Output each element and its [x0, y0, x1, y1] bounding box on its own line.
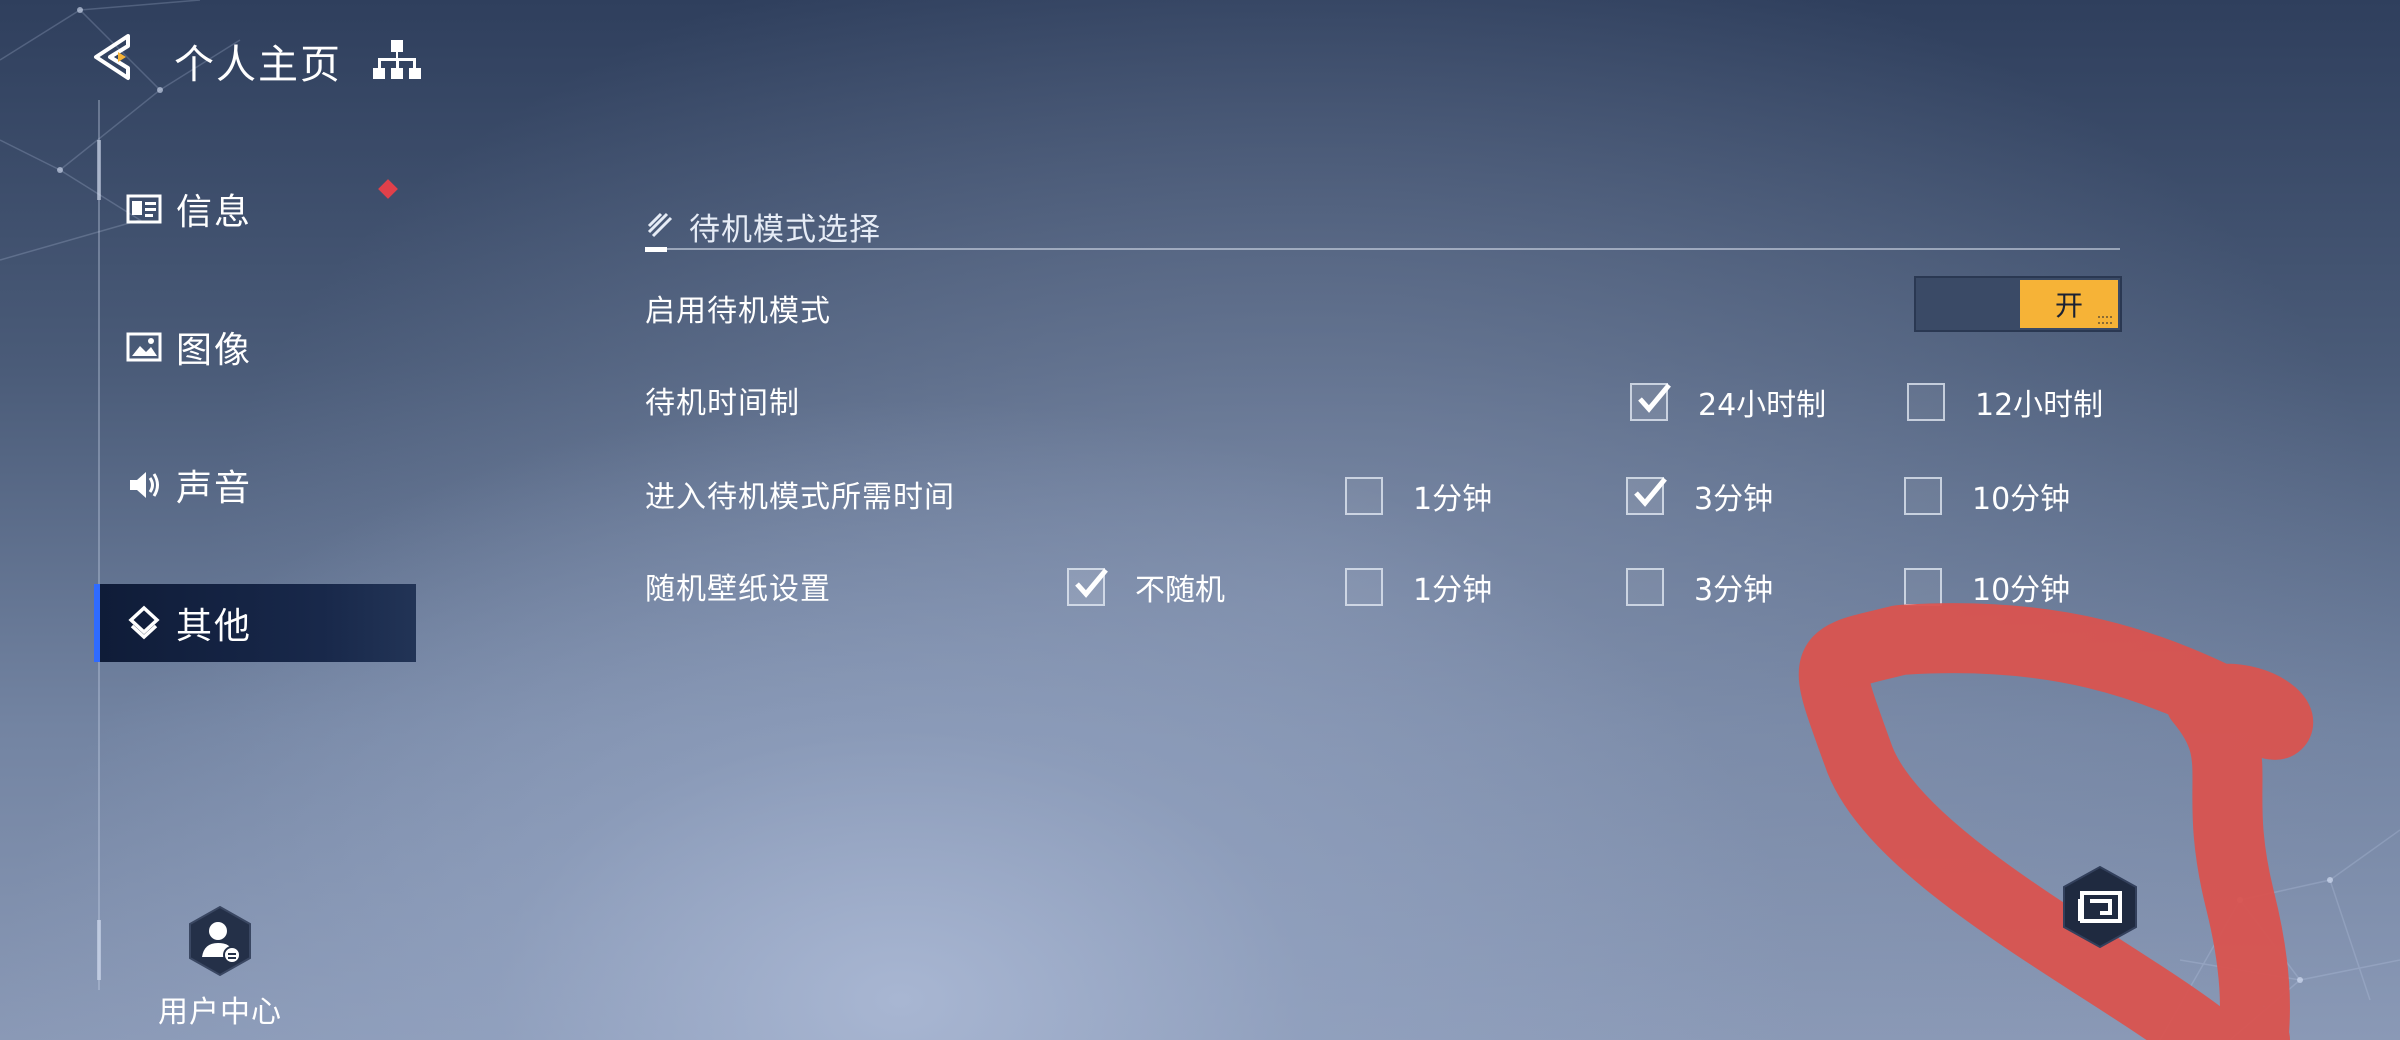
sidebar-item-other[interactable]: 其他	[94, 584, 416, 662]
option-label: 不随机	[1135, 573, 1225, 608]
enter-time-label: 进入待机模式所需时间	[645, 480, 955, 515]
page-title: 个人主页	[174, 42, 342, 88]
sidebar-item-label: 图像	[176, 330, 253, 371]
checkbox[interactable]	[1067, 568, 1108, 606]
checkbox[interactable]	[1907, 383, 1945, 421]
sidebar-item-info[interactable]: 信息	[94, 170, 416, 248]
time-format-24h-option[interactable]: 24小时制	[1630, 380, 1826, 424]
checkbox[interactable]	[1904, 477, 1942, 515]
diamond-layers-icon	[128, 605, 160, 640]
wallpaper-10min-option[interactable]: 10分钟	[1904, 565, 2070, 609]
option-label: 24小时制	[1698, 388, 1827, 423]
checkmark-icon	[1638, 383, 1671, 413]
top-bar: 个人主页	[0, 0, 2400, 120]
random-wallpaper-label: 随机壁纸设置	[645, 572, 831, 607]
checkbox[interactable]	[1626, 568, 1664, 606]
section-underline-accent	[645, 247, 667, 252]
option-label: 12小时制	[1975, 388, 2104, 423]
checkmark-icon	[1075, 568, 1108, 598]
checkbox[interactable]	[1626, 477, 1667, 515]
time-format-label: 待机时间制	[645, 386, 800, 421]
user-center-button[interactable]: 用户中心	[150, 905, 290, 1031]
speaker-icon	[130, 472, 159, 498]
checkbox[interactable]	[1345, 477, 1383, 515]
time-format-12h-option[interactable]: 12小时制	[1907, 380, 2103, 424]
enable-standby-label: 启用待机模式	[645, 294, 831, 329]
option-label: 1分钟	[1413, 573, 1493, 608]
option-label: 1分钟	[1413, 482, 1493, 517]
sidebar-item-label: 信息	[176, 192, 253, 233]
wallpaper-no-random-option[interactable]: 不随机	[1067, 565, 1225, 609]
checkbox[interactable]	[1904, 568, 1942, 606]
sidebar-item-label: 声音	[176, 468, 253, 509]
enable-standby-toggle[interactable]: 开	[1914, 276, 2122, 332]
sidebar-nav: 信息 图像 声音 其他	[94, 170, 416, 722]
option-label: 10分钟	[1972, 573, 2071, 608]
user-hex-icon	[189, 905, 251, 977]
image-icon	[126, 332, 162, 362]
enter-time-10min-option[interactable]: 10分钟	[1904, 474, 2070, 518]
section-header: 待机模式选择	[645, 200, 2120, 252]
sidebar-item-sound[interactable]: 声音	[94, 446, 416, 524]
enter-time-1min-option[interactable]: 1分钟	[1345, 474, 1492, 518]
toggle-grip	[2098, 316, 2112, 324]
wallpaper-3min-option[interactable]: 3分钟	[1626, 565, 1773, 609]
enter-time-3min-option[interactable]: 3分钟	[1626, 474, 1773, 518]
user-center-label: 用户中心	[158, 995, 282, 1030]
back-arrow-icon[interactable]	[88, 30, 142, 84]
option-label: 3分钟	[1694, 573, 1774, 608]
checkmark-icon	[1634, 477, 1667, 507]
option-label: 10分钟	[1972, 482, 2071, 517]
gallery-frame-icon[interactable]	[2058, 865, 2142, 949]
section-title: 待机模式选择	[689, 212, 881, 248]
section-stripe-icon	[647, 212, 673, 238]
hierarchy-icon[interactable]	[372, 36, 422, 82]
sidebar-item-label: 其他	[176, 606, 253, 647]
wallpaper-1min-option[interactable]: 1分钟	[1345, 565, 1492, 609]
option-label: 3分钟	[1694, 482, 1774, 517]
checkbox[interactable]	[1630, 383, 1671, 421]
sidebar-item-image[interactable]: 图像	[94, 308, 416, 386]
checkbox[interactable]	[1345, 568, 1383, 606]
info-card-icon	[126, 194, 162, 224]
